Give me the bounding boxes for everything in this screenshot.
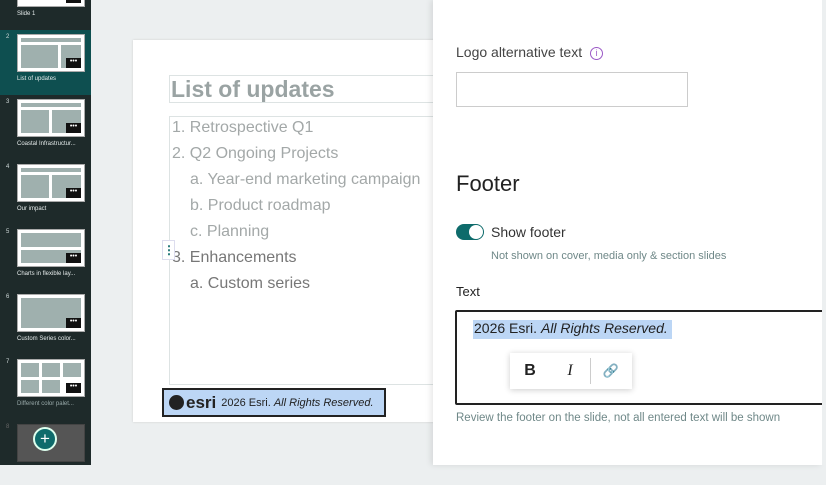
slide-number: 2 <box>6 34 10 40</box>
footer-hint: Review the footer on the slide, not all … <box>456 412 781 424</box>
show-footer-hint: Not shown on cover, media only & section… <box>491 250 727 262</box>
more-icon[interactable]: ••• <box>66 58 81 68</box>
slide-number: 6 <box>6 294 10 300</box>
settings-panel: Logo alternative text i Footer Show foote… <box>433 0 826 465</box>
list-item: a. Custom series <box>190 275 311 292</box>
slide-item[interactable]: 5 ••• Charts in flexible lay... <box>0 225 91 290</box>
esri-logo: esri <box>169 393 216 413</box>
slide-item[interactable]: 7 ••• Different color palet... <box>0 355 91 420</box>
slide-label: Charts in flexible lay... <box>17 271 76 277</box>
text-label: Text <box>456 284 480 299</box>
slide-thumbnail: ••• <box>17 99 85 137</box>
add-slide-button[interactable]: + <box>33 427 57 451</box>
more-icon[interactable]: ••• <box>66 123 81 133</box>
slide-thumbnail: ••• <box>17 294 85 332</box>
slide-number: 4 <box>6 164 10 170</box>
slide-label: Different color palet... <box>17 401 74 407</box>
slide-thumbnail: ••• <box>17 229 85 267</box>
list-item: 2. Q2 Ongoing Projects <box>172 145 339 162</box>
slide-item[interactable]: 3 ••• Coastal Infrastructur... <box>0 95 91 160</box>
slide-label: Our impact <box>17 206 47 212</box>
list-item: a. Year-end marketing campaign <box>190 171 421 188</box>
slide-item[interactable]: ••• Slide 1 <box>0 0 91 30</box>
list-item: b. Product roadmap <box>190 197 331 214</box>
drag-handle[interactable]: ⋮ <box>162 240 175 260</box>
info-icon[interactable]: i <box>590 46 604 60</box>
logo-alt-label: Logo alternative text <box>456 44 583 60</box>
format-toolbar: B I 🔗 <box>510 353 632 389</box>
logo-alt-input[interactable] <box>456 72 688 107</box>
slide-thumbnail: ••• <box>17 164 85 202</box>
slide-thumbnail: ••• <box>17 359 85 397</box>
footer-text: 2026 Esri. All Rights Reserved. <box>221 396 374 409</box>
slide-label: Slide 1 <box>17 11 36 17</box>
list-item: c. Planning <box>190 223 270 240</box>
footer-heading: Footer <box>456 171 520 196</box>
slide-item[interactable]: 4 ••• Our impact <box>0 160 91 225</box>
list-item: 3. Enhancements <box>172 249 297 266</box>
slide-number: 7 <box>6 359 10 365</box>
slide-thumbnail: ••• <box>17 0 85 7</box>
bold-button[interactable]: B <box>510 362 550 380</box>
slide-label: Custom Series color... <box>17 336 76 342</box>
slide-item[interactable]: 6 ••• Custom Series color... <box>0 290 91 355</box>
logo-text: esri <box>186 392 217 412</box>
footer-text-input[interactable]: 2026 Esri. All Rights Reserved. B I 🔗 <box>455 310 826 405</box>
scrollbar-track[interactable] <box>822 0 826 465</box>
slide-body-list[interactable]: 1. Retrospective Q1 2. Q2 Ongoing Projec… <box>169 116 449 385</box>
italic-button[interactable]: I <box>550 362 590 380</box>
slide-title[interactable]: List of updates <box>169 75 449 103</box>
more-icon[interactable]: ••• <box>66 383 81 393</box>
slide-canvas: List of updates 1. Retrospective Q1 2. Q… <box>133 40 449 422</box>
slide-label: List of updates <box>17 76 57 82</box>
list-item: 1. Retrospective Q1 <box>172 119 314 136</box>
slide-item-selected[interactable]: 2 ••• List of updates <box>0 30 91 95</box>
slide-footer[interactable]: esri 2026 Esri. All Rights Reserved. <box>162 388 386 417</box>
globe-icon <box>169 395 184 410</box>
more-icon[interactable]: ••• <box>66 253 81 263</box>
more-icon[interactable]: ••• <box>66 318 81 328</box>
selected-text: 2026 Esri. All Rights Reserved. <box>473 320 672 339</box>
show-footer-label: Show footer <box>491 224 566 240</box>
slide-sidebar: ••• Slide 1 2 ••• List of updates 3 ••• Coast… <box>0 0 91 465</box>
slide-number: 3 <box>6 99 10 105</box>
show-footer-toggle[interactable] <box>456 224 484 240</box>
more-icon[interactable]: ••• <box>66 188 81 198</box>
link-icon[interactable]: 🔗 <box>591 363 631 379</box>
more-icon[interactable]: ••• <box>66 0 81 3</box>
slide-number: 5 <box>6 229 10 235</box>
slide-label: Coastal Infrastructur... <box>17 141 76 147</box>
slide-number: 8 <box>6 424 10 430</box>
slide-thumbnail: ••• <box>17 34 85 72</box>
